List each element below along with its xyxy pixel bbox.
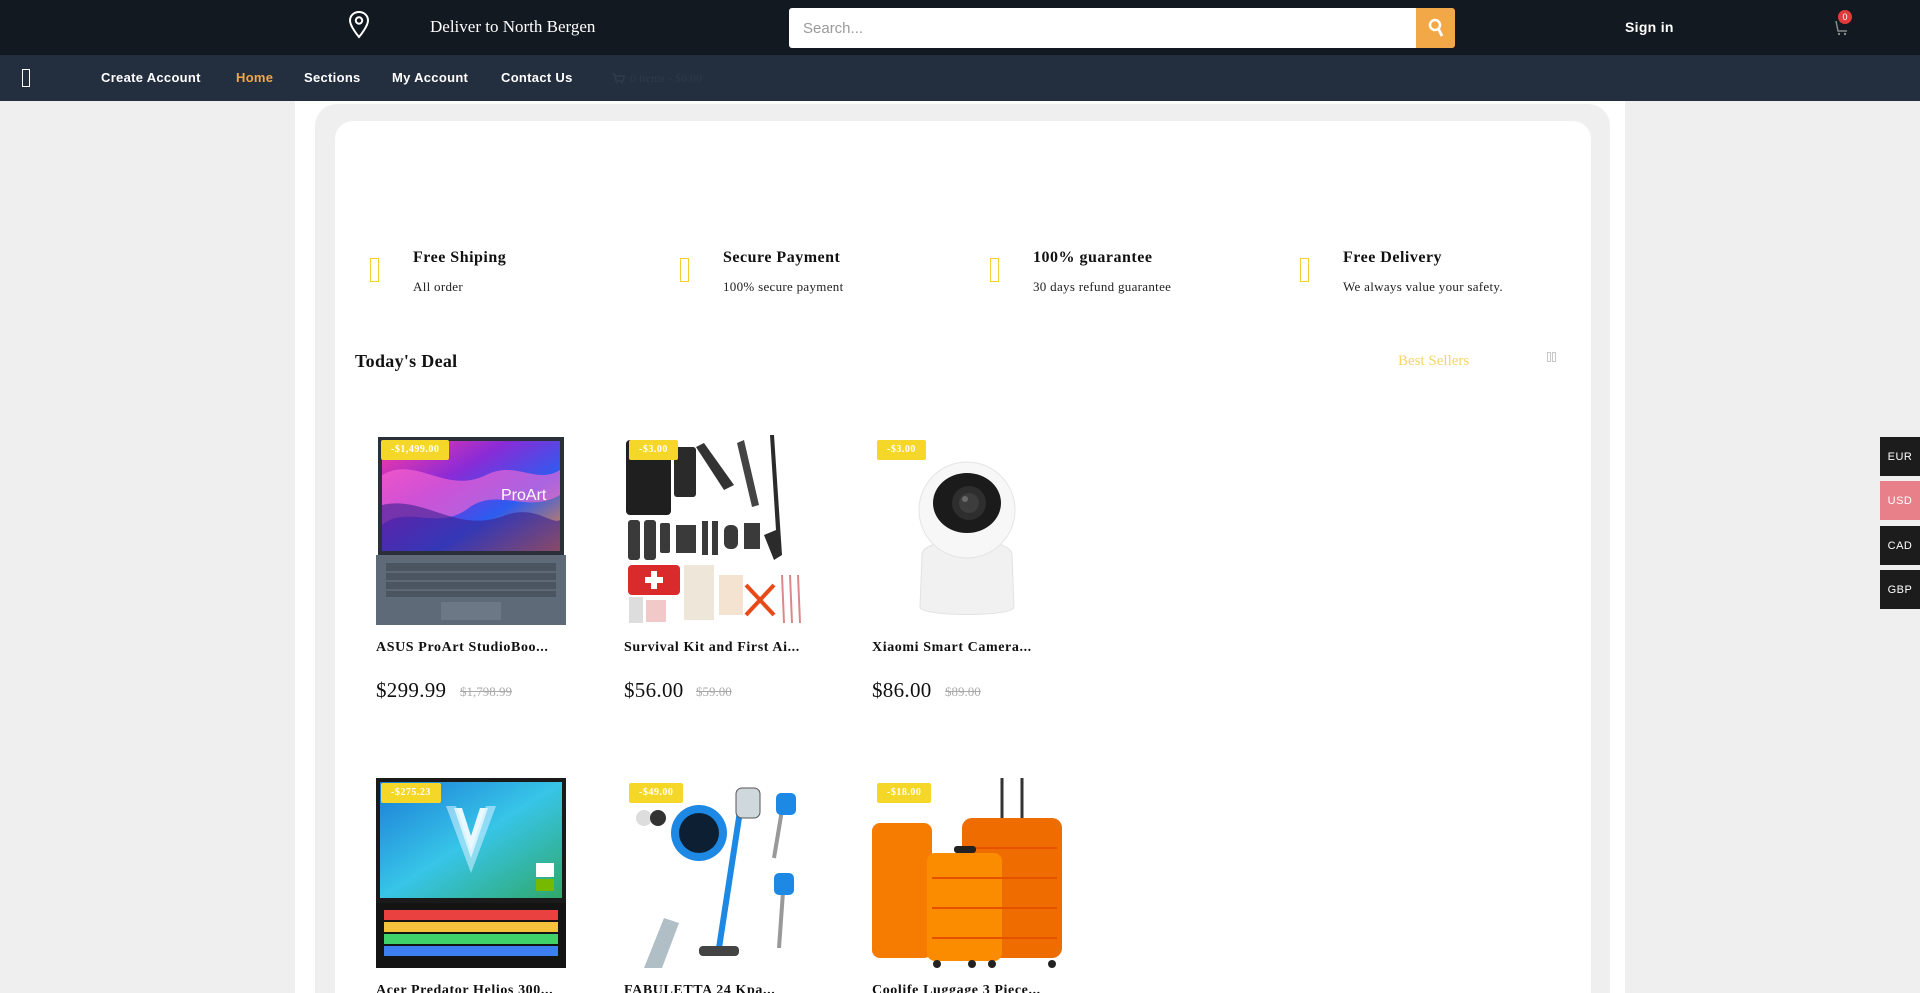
tab-best-sellers[interactable]: Best Sellers xyxy=(1398,353,1469,370)
feature-subtitle: We always value your safety. xyxy=(1343,279,1503,294)
product-name[interactable]: ASUS ProArt StudioBoo... xyxy=(376,640,548,656)
product-name[interactable]: Acer Predator Helios 300... xyxy=(376,983,553,993)
nav-contact-us[interactable]: Contact Us xyxy=(501,70,573,85)
discount-badge: -$1,499.00 xyxy=(381,440,450,460)
discount-badge: -$3.00 xyxy=(629,440,678,460)
nav-sections[interactable]: Sections xyxy=(304,70,361,85)
feature-title: Free Delivery xyxy=(1343,249,1443,266)
product-old-price: $1,798.99 xyxy=(460,684,512,699)
grid-view-icon[interactable] xyxy=(1547,352,1557,362)
search-icon xyxy=(1428,18,1443,37)
main-nav xyxy=(0,55,1920,101)
discount-badge: -$18.00 xyxy=(877,783,932,803)
product-price: $86.00 xyxy=(872,678,932,702)
feature-subtitle: 30 days refund guarantee xyxy=(1033,279,1172,294)
feature-subtitle: All order xyxy=(413,279,463,294)
product-old-price: $89.00 xyxy=(945,684,981,699)
discount-badge: -$49.00 xyxy=(629,783,684,803)
nav-cart-summary[interactable]: 0 items - $0.00 xyxy=(612,71,702,86)
currency-gbp[interactable]: GBP xyxy=(1880,570,1920,609)
search-button[interactable] xyxy=(1416,8,1455,48)
sign-in-link[interactable]: Sign in xyxy=(1625,19,1674,35)
product-name[interactable]: Coolife Luggage 3 Piece... xyxy=(872,983,1041,993)
nav-create-account[interactable]: Create Account xyxy=(101,70,201,85)
product-name[interactable]: Survival Kit and First Ai... xyxy=(624,640,800,656)
section-title: Today's Deal xyxy=(355,351,458,371)
currency-usd[interactable]: USD xyxy=(1880,481,1920,520)
guarantee-icon xyxy=(990,258,999,282)
nav-home[interactable]: Home xyxy=(236,70,273,85)
feature-subtitle: 100% secure payment xyxy=(723,279,844,294)
feature-title: 100% guarantee xyxy=(1033,249,1153,266)
product-name[interactable]: FABULETTA 24 Kpa... xyxy=(624,983,775,993)
product-image[interactable]: -$275.23 xyxy=(376,778,566,968)
product-image[interactable]: -$3.00 xyxy=(624,435,814,625)
product-image[interactable]: -$18.00 xyxy=(872,778,1062,968)
cart-icon xyxy=(612,73,625,84)
delivery-icon xyxy=(1300,258,1309,282)
vacuum-image xyxy=(624,778,814,968)
feature-title: Free Shiping xyxy=(413,249,507,266)
product-price: $56.00 xyxy=(624,678,684,702)
menu-toggle-icon[interactable] xyxy=(22,69,30,87)
cart-count-badge: 0 xyxy=(1838,10,1852,24)
nav-my-account[interactable]: My Account xyxy=(392,70,468,85)
discount-badge: -$3.00 xyxy=(877,440,926,460)
product-old-price: $59.00 xyxy=(696,684,732,699)
discount-badge: -$275.23 xyxy=(381,783,441,803)
laptop-image: ProArt xyxy=(376,437,566,625)
product-image[interactable]: -$49.00 xyxy=(624,778,814,968)
deliver-to-label[interactable]: Deliver to North Bergen xyxy=(430,17,595,37)
camera-image xyxy=(872,435,1062,625)
currency-cad[interactable]: CAD xyxy=(1880,526,1920,565)
product-image[interactable]: ProArt -$1,499.00 xyxy=(376,435,566,625)
laptop-image xyxy=(376,778,566,968)
location-pin-icon[interactable] xyxy=(347,10,371,40)
payment-icon xyxy=(680,258,689,282)
cart-summary-text: 0 items - $0.00 xyxy=(630,71,702,85)
luggage-image xyxy=(872,778,1062,968)
shipping-icon xyxy=(370,258,379,282)
product-image[interactable]: -$3.00 xyxy=(872,435,1062,625)
product-price: $299.99 xyxy=(376,678,447,702)
search-input[interactable] xyxy=(789,8,1416,48)
survival-kit-image xyxy=(624,435,814,625)
currency-eur[interactable]: EUR xyxy=(1880,437,1920,476)
product-name[interactable]: Xiaomi Smart Camera... xyxy=(872,640,1032,656)
feature-title: Secure Payment xyxy=(723,249,841,266)
svg-text:ProArt: ProArt xyxy=(501,487,547,504)
